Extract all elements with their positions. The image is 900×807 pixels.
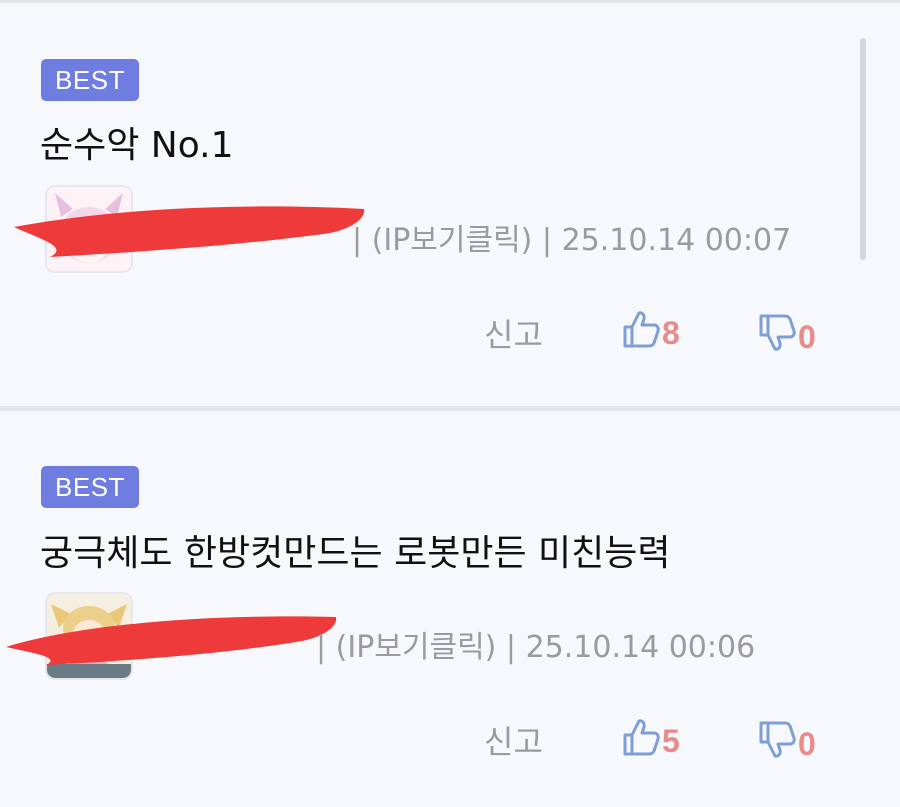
comment-text: 순수악 No.1 [40,125,234,166]
redacted-username [6,616,337,665]
report-button[interactable]: 신고 [484,310,543,356]
redacted-username [14,206,365,257]
downvote-button[interactable]: 0 [758,313,816,361]
downvote-count: 0 [798,318,816,355]
best-badge: BEST [41,466,139,508]
report-button[interactable]: 신고 [484,717,543,763]
thumbs-down-icon [758,313,796,361]
comment-item: BEST 궁극체도 한방컷만드는 로봇만든 미친능력 | (IP보기클릭) | … [0,411,900,807]
comment-meta: | (IP보기클릭) | 25.10.14 00:07 [352,223,792,258]
upvote-count: 8 [662,314,680,351]
downvote-button[interactable]: 0 [758,720,816,768]
thumbs-down-icon [758,720,796,768]
thumbs-up-icon [622,309,660,357]
scrollbar[interactable] [860,38,866,260]
comment-text: 궁극체도 한방컷만드는 로봇만든 미친능력 [40,533,671,574]
thumbs-up-icon [622,717,660,765]
upvote-button[interactable]: 8 [622,309,680,357]
comment-meta: | (IP보기클릭) | 25.10.14 00:06 [316,630,756,665]
best-badge: BEST [41,59,139,101]
comment-item: BEST 순수악 No.1 | (IP보기클릭) | 25.10.14 00:0… [0,3,900,406]
upvote-button[interactable]: 5 [622,717,680,765]
downvote-count: 0 [798,725,816,762]
upvote-count: 5 [662,722,680,759]
